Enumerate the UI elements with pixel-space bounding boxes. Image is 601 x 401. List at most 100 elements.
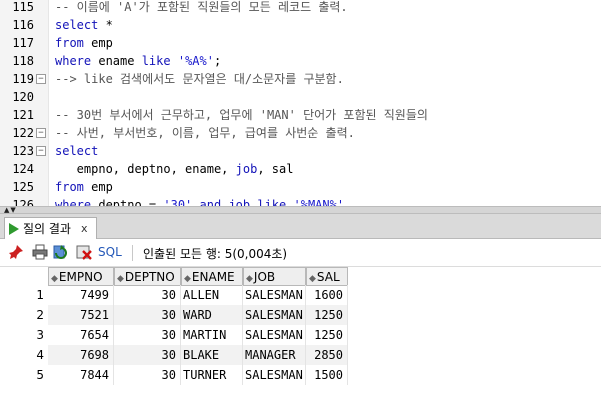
cell-sal[interactable]: 1500 (306, 365, 348, 385)
cell-empno[interactable]: 7521 (48, 305, 114, 325)
close-icon[interactable]: x (81, 222, 88, 235)
results-grid[interactable]: ◆EMPNO ◆DEPTNO ◆ENAME ◆JOB ◆SAL 1 7499 30 A… (0, 267, 601, 401)
fold-toggle-icon[interactable]: − (36, 146, 46, 156)
table-row[interactable]: 2 7521 30 WARD SALESMAN 1250 (0, 305, 601, 325)
column-header-job[interactable]: ◆JOB (243, 267, 306, 286)
cell-deptno[interactable]: 30 (114, 325, 181, 345)
sql-editor[interactable]: 115 -- 이름에 'A'가 포함된 직원들의 모든 레코드 출력. 116 sel… (0, 0, 601, 206)
fold-toggle-icon[interactable]: − (36, 74, 46, 84)
cell-sal[interactable]: 1250 (306, 325, 348, 345)
sql-keyword: where (55, 54, 92, 68)
table-row[interactable]: 1 7499 30 ALLEN SALESMAN 1600 (0, 285, 601, 305)
cell-ename[interactable]: MARTIN (181, 325, 243, 345)
code-text[interactable]: select (55, 142, 98, 160)
code-line[interactable]: 118 where ename like '%A%'; (0, 52, 601, 70)
line-number: 126 (12, 198, 34, 206)
pin-icon[interactable] (8, 244, 24, 260)
sql-keyword: like (141, 54, 171, 68)
code-text[interactable]: --> like 검색에서도 문자열은 대/소문자를 구분함. (55, 70, 344, 88)
cell-ename[interactable]: TURNER (181, 365, 243, 385)
table-row[interactable]: 4 7698 30 BLAKE MANAGER 2850 (0, 345, 601, 365)
code-line[interactable]: 124 empno, deptno, ename, job, sal (0, 160, 601, 178)
row-number[interactable]: 5 (0, 365, 48, 385)
code-line[interactable]: 120 (0, 88, 601, 106)
cell-sal[interactable]: 1250 (306, 305, 348, 325)
code-text[interactable]: from emp (55, 34, 113, 52)
column-header-deptno[interactable]: ◆DEPTNO (114, 267, 181, 286)
cell-job[interactable]: SALESMAN (243, 305, 306, 325)
code-text[interactable]: -- 이름에 'A'가 포함된 직원들의 모든 레코드 출력. (55, 0, 348, 16)
table-row[interactable]: 3 7654 30 MARTIN SALESMAN 1250 (0, 325, 601, 345)
delete-icon[interactable] (76, 244, 92, 260)
line-number: 115 (12, 0, 34, 14)
sql-button[interactable]: SQL (98, 245, 122, 259)
sql-text: emp (83, 180, 113, 194)
code-text[interactable]: empno, deptno, ename, job, sal (55, 160, 294, 178)
cell-sal[interactable]: 2850 (306, 345, 348, 365)
table-row[interactable]: 5 7844 30 TURNER SALESMAN 1500 (0, 365, 601, 385)
cell-ename[interactable]: BLAKE (181, 345, 243, 365)
column-header-sal[interactable]: ◆SAL (306, 267, 348, 286)
line-number: 118 (12, 54, 34, 68)
code-line[interactable]: 121 -- 30번 부서에서 근무하고, 업무에 'MAN' 단어가 포함된 직… (0, 106, 601, 124)
panel-splitter[interactable]: ▲▼ (0, 206, 601, 214)
code-line[interactable]: 117 from emp (0, 34, 601, 52)
sql-text: , sal (257, 162, 294, 176)
cell-deptno[interactable]: 30 (114, 345, 181, 365)
collapse-icon[interactable]: ▲▼ (4, 206, 17, 214)
fold-toggle-icon[interactable]: − (36, 128, 46, 138)
sql-keyword: and (199, 198, 222, 206)
code-line[interactable]: 116 select * (0, 16, 601, 34)
code-text[interactable]: from emp (55, 178, 113, 196)
cell-empno[interactable]: 7654 (48, 325, 114, 345)
cell-empno[interactable]: 7499 (48, 285, 114, 305)
row-number[interactable]: 4 (0, 345, 48, 365)
sql-comment: -- 이름에 'A'가 포함된 직원들의 모든 레코드 출력. (55, 0, 348, 14)
code-text[interactable]: select * (55, 16, 113, 34)
code-text[interactable]: -- 30번 부서에서 근무하고, 업무에 'MAN' 단어가 포함된 직원들의 (55, 106, 428, 124)
sql-text: deptno = (91, 198, 164, 206)
sql-string: '%A%' (177, 54, 214, 68)
row-number[interactable]: 3 (0, 325, 48, 345)
cell-empno[interactable]: 7698 (48, 345, 114, 365)
sort-icon[interactable]: ◆ (309, 274, 316, 284)
refresh-icon[interactable] (53, 244, 69, 260)
results-tabbar: 질의 결과 x (0, 214, 601, 239)
cell-job[interactable]: SALESMAN (243, 325, 306, 345)
cell-job[interactable]: SALESMAN (243, 365, 306, 385)
cell-deptno[interactable]: 30 (114, 305, 181, 325)
row-number[interactable]: 1 (0, 285, 48, 305)
column-header-empno[interactable]: ◆EMPNO (48, 267, 114, 286)
sort-icon[interactable]: ◆ (51, 274, 58, 284)
cell-deptno[interactable]: 30 (114, 285, 181, 305)
cell-empno[interactable]: 7844 (48, 365, 114, 385)
code-text[interactable]: -- 사번, 부서번호, 이름, 업무, 급여를 사번순 출력. (55, 124, 355, 142)
code-text[interactable]: where ename like '%A%'; (55, 52, 221, 70)
code-line[interactable]: 125 from emp (0, 178, 601, 196)
cell-deptno[interactable]: 30 (114, 365, 181, 385)
tab-query-result[interactable]: 질의 결과 x (4, 217, 97, 239)
cell-sal[interactable]: 1600 (306, 285, 348, 305)
cell-job[interactable]: MANAGER (243, 345, 306, 365)
print-icon[interactable] (32, 244, 48, 260)
sort-icon[interactable]: ◆ (117, 274, 124, 284)
sql-comment: -- 사번, 부서번호, 이름, 업무, 급여를 사번순 출력. (55, 126, 355, 140)
sql-keyword: job (235, 162, 258, 176)
cell-ename[interactable]: ALLEN (181, 285, 243, 305)
code-line[interactable]: 119− --> like 검색에서도 문자열은 대/소문자를 구분함. (0, 70, 601, 88)
code-text[interactable]: where deptno = '30' and job like '%MAN%' (55, 196, 344, 206)
row-number[interactable]: 2 (0, 305, 48, 325)
results-toolbar: SQL 인출된 모든 행: 5(0,004초) (0, 239, 601, 267)
column-header-ename[interactable]: ◆ENAME (181, 267, 243, 286)
code-line[interactable]: 126 where deptno = '30' and job like '%MA… (0, 196, 601, 206)
cell-job[interactable]: SALESMAN (243, 285, 306, 305)
sort-icon[interactable]: ◆ (184, 274, 191, 284)
sort-icon[interactable]: ◆ (246, 274, 253, 284)
sql-string: '%MAN%' (293, 198, 345, 206)
code-line[interactable]: 115 -- 이름에 'A'가 포함된 직원들의 모든 레코드 출력. (0, 0, 601, 16)
cell-ename[interactable]: WARD (181, 305, 243, 325)
line-number: 116 (12, 18, 34, 32)
code-line[interactable]: 123− select (0, 142, 601, 160)
code-line[interactable]: 122− -- 사번, 부서번호, 이름, 업무, 급여를 사번순 출력. (0, 124, 601, 142)
